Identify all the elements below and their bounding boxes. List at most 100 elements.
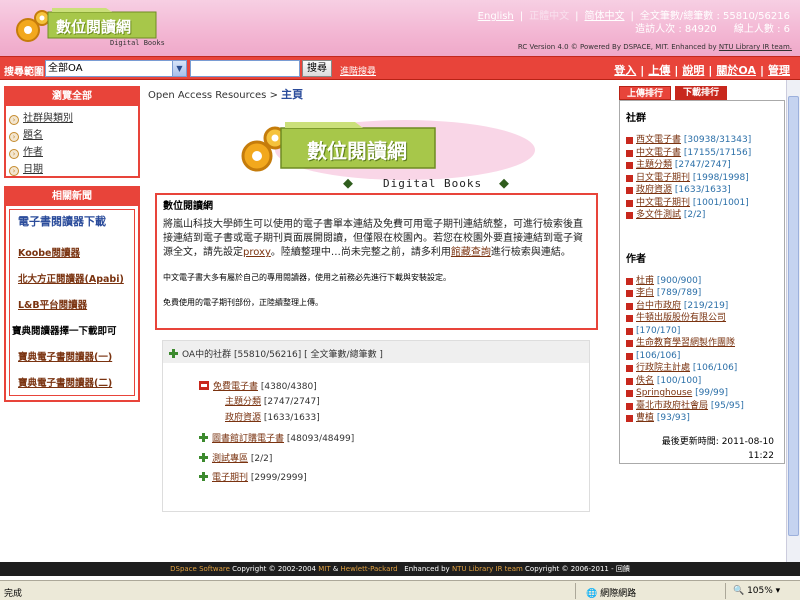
catalog-link[interactable]: 館藏查詢 — [451, 247, 491, 258]
visits-value: 84920 — [684, 24, 717, 35]
news-link-lb[interactable]: L&B平台閱讀器 — [12, 297, 132, 323]
hero-subtitle: Digital Books — [383, 177, 483, 190]
search-button[interactable]: 搜尋 — [302, 60, 332, 77]
site-footer: DSpace Software Copyright © 2002-2004 MI… — [0, 562, 800, 576]
news-link-apabi[interactable]: 北大方正閱讀器(Apabi) — [12, 271, 132, 297]
arrow-circle-icon: › — [9, 115, 19, 125]
search-bar: 搜尋範圍 全部OA ▼ 搜尋 進階搜尋 登入 | 上傳 | 說明 | 關於OA | 管理 — [0, 56, 800, 80]
community-tree: OA中的社群 [55810/56216] [ 全文筆數/總筆數 ] 免費電子書 … — [162, 340, 590, 512]
list-item[interactable]: 中文電子期刊 [1001/1001] — [626, 197, 778, 210]
tree-row-ejournals[interactable]: 電子期刊 [2999/2999] — [199, 470, 307, 483]
news-panel: 相關新聞 電子書閱讀器下載 Koobe閱讀器 北大方正閱讀器(Apabi) L&… — [4, 186, 140, 402]
author-section-title: 作者 — [626, 253, 646, 265]
nav-upload[interactable]: 上傳 — [648, 64, 670, 77]
list-item[interactable]: 佚名 [100/100] — [626, 375, 778, 388]
browse-title: 瀏覽全部 — [6, 88, 138, 106]
tree-row-subjects[interactable]: 主題分類 [2747/2747] — [225, 394, 320, 407]
news-link-baodian-1[interactable]: 寶典電子書閱讀器(一) — [12, 349, 132, 375]
browse-item-date[interactable]: › 日期 — [9, 161, 138, 178]
logo-title: 數位閱讀網 — [56, 18, 132, 36]
list-item[interactable]: 李白 [789/789] — [626, 287, 778, 300]
expand-icon[interactable] — [169, 349, 178, 358]
breadcrumb-root[interactable]: Open Access Resources — [148, 90, 266, 101]
list-item[interactable]: 西文電子書 [30938/31343] — [626, 134, 778, 147]
list-item[interactable]: 台中市政府 [219/219] — [626, 300, 778, 313]
list-item[interactable]: 生命教育學習網製作團隊 — [626, 337, 778, 350]
list-item[interactable]: 主題分類 [2747/2747] — [626, 159, 778, 172]
list-item-continued: [170/170] — [626, 325, 778, 338]
news-link-koobe[interactable]: Koobe閱讀器 — [12, 245, 132, 271]
expand-icon[interactable] — [199, 453, 208, 462]
expand-icon[interactable] — [199, 433, 208, 442]
hero-banner: 數位閱讀網 Digital Books — [225, 110, 535, 196]
list-item[interactable]: 政府資源 [1633/1633] — [626, 184, 778, 197]
powered-text: RC Version 4.0 © Powered By DSPACE, MIT.… — [517, 43, 717, 51]
list-item[interactable]: 中文電子書 [17155/17156] — [626, 147, 778, 160]
tree-row-test[interactable]: 測試專區 [2/2] — [199, 451, 272, 464]
arrow-circle-icon: › — [9, 132, 19, 142]
browse-panel: 瀏覽全部 › 社群與類別 › 題名 › 作者 › 日期 — [4, 86, 140, 178]
tree-header: OA中的社群 [55810/56216] [ 全文筆數/總筆數 ] — [163, 341, 589, 363]
list-item[interactable]: 曹植 [93/93] — [626, 412, 778, 425]
advanced-search-link[interactable]: 進階搜尋 — [340, 64, 376, 77]
vertical-scrollbar[interactable] — [786, 80, 800, 562]
nav-login[interactable]: 登入 — [614, 64, 636, 77]
lang-simplified[interactable]: 简体中文 — [585, 11, 625, 22]
intro-note-journals: 免費使用的電子期刊部份，正陸續整理上傳。 — [163, 298, 323, 307]
browser-status-bar: 完成 🌐 網際網路 🔍 105% ▾ — [0, 580, 800, 600]
news-heading: 電子書閱讀器下載 — [18, 215, 106, 228]
nav-about[interactable]: 關於OA — [716, 64, 756, 77]
browse-item-author[interactable]: › 作者 — [9, 144, 138, 161]
powered-by: RC Version 4.0 © Powered By DSPACE, MIT.… — [518, 43, 792, 51]
lang-english[interactable]: English — [478, 11, 514, 22]
powered-link[interactable]: NTU Library IR team. — [719, 43, 792, 51]
lang-traditional[interactable]: 正體中文 — [529, 11, 569, 22]
visits-label: 造訪人次 — [635, 24, 676, 35]
collapse-icon[interactable] — [199, 381, 209, 390]
ranking-panel: 社群 西文電子書 [30938/31343] 中文電子書 [17155/1715… — [619, 100, 785, 464]
nav-admin[interactable]: 管理 — [768, 64, 790, 77]
chevron-down-icon[interactable]: ▼ — [172, 61, 186, 76]
tab-upload-ranking[interactable]: 上傳排行 — [619, 86, 671, 100]
list-item[interactable]: 牛頓出版股份有限公司 — [626, 312, 778, 325]
site-header: 數位閱讀網 Digital Books English | 正體中文 | 简体中文 | 全文… — [0, 0, 800, 56]
tree-row-gov[interactable]: 政府資源 [1633/1633] — [225, 410, 320, 423]
tab-download-ranking[interactable]: 下載排行 — [675, 86, 727, 100]
site-logo[interactable]: 數位閱讀網 Digital Books — [6, 2, 166, 48]
nav-help[interactable]: 說明 — [682, 64, 704, 77]
list-item[interactable]: Springhouse [99/99] — [626, 387, 778, 400]
list-item[interactable]: 行政院主計處 [106/106] — [626, 362, 778, 375]
news-content: 電子書閱讀器下載 Koobe閱讀器 北大方正閱讀器(Apabi) L&B平台閱讀… — [9, 209, 135, 396]
list-item-continued: [106/106] — [626, 350, 778, 363]
tree-row-free-ebooks[interactable]: 免費電子書 [4380/4380] — [199, 379, 317, 392]
search-scope-label: 搜尋範圍 — [4, 67, 44, 78]
main-nav: 登入 | 上傳 | 說明 | 關於OA | 管理 — [614, 64, 790, 77]
intro-title: 數位閱讀網 — [163, 201, 213, 212]
news-note: 寶典閱讀器擇一下載即可 — [12, 326, 117, 337]
expand-icon[interactable] — [199, 472, 208, 481]
intro-paragraph: 將嵐山科技大學師生可以使用的電子書單本連結及免費可用電子期刊連結統整，可進行檢索… — [163, 219, 583, 258]
last-updated: 最後更新時間: 2011-08-10 11:22 — [661, 437, 774, 461]
online-label: 線上人數 — [733, 24, 774, 35]
search-scope-select[interactable]: 全部OA ▼ — [45, 60, 187, 77]
list-item[interactable]: 日文電子期刊 [1998/1998] — [626, 172, 778, 185]
intro-panel: 數位閱讀網 將嵐山科技大學師生可以使用的電子書單本連結及免費可用電子期刊連結統整… — [155, 193, 598, 330]
list-item[interactable]: 多文件測試 [2/2] — [626, 209, 778, 222]
zoom-level[interactable]: 🔍 105% ▾ — [733, 586, 780, 596]
author-ranking-list: 杜甫 [900/900] 李白 [789/789] 台中市政府 [219/219… — [626, 275, 778, 425]
list-item[interactable]: 杜甫 [900/900] — [626, 275, 778, 288]
community-ranking-list: 西文電子書 [30938/31343] 中文電子書 [17155/17156] … — [626, 134, 778, 222]
search-input[interactable] — [190, 60, 300, 77]
browse-item-title[interactable]: › 題名 — [9, 127, 138, 144]
online-value: 6 — [783, 24, 790, 35]
logo-subtitle: Digital Books — [110, 39, 165, 47]
news-link-baodian-2[interactable]: 寶典電子書閱讀器(二) — [12, 375, 132, 401]
proxy-link[interactable]: proxy — [243, 247, 271, 258]
breadcrumb: Open Access Resources > 主頁 — [148, 88, 304, 101]
hero-title: 數位閱讀網 — [307, 139, 407, 163]
list-item[interactable]: 臺北市政府社會局 [95/95] — [626, 400, 778, 413]
status-text: 完成 — [4, 589, 23, 599]
scrollbar-thumb[interactable] — [788, 96, 799, 536]
tree-row-library-ebooks[interactable]: 圖書館訂購電子書 [48093/48499] — [199, 431, 354, 444]
browse-item-communities[interactable]: › 社群與類別 — [9, 110, 138, 127]
